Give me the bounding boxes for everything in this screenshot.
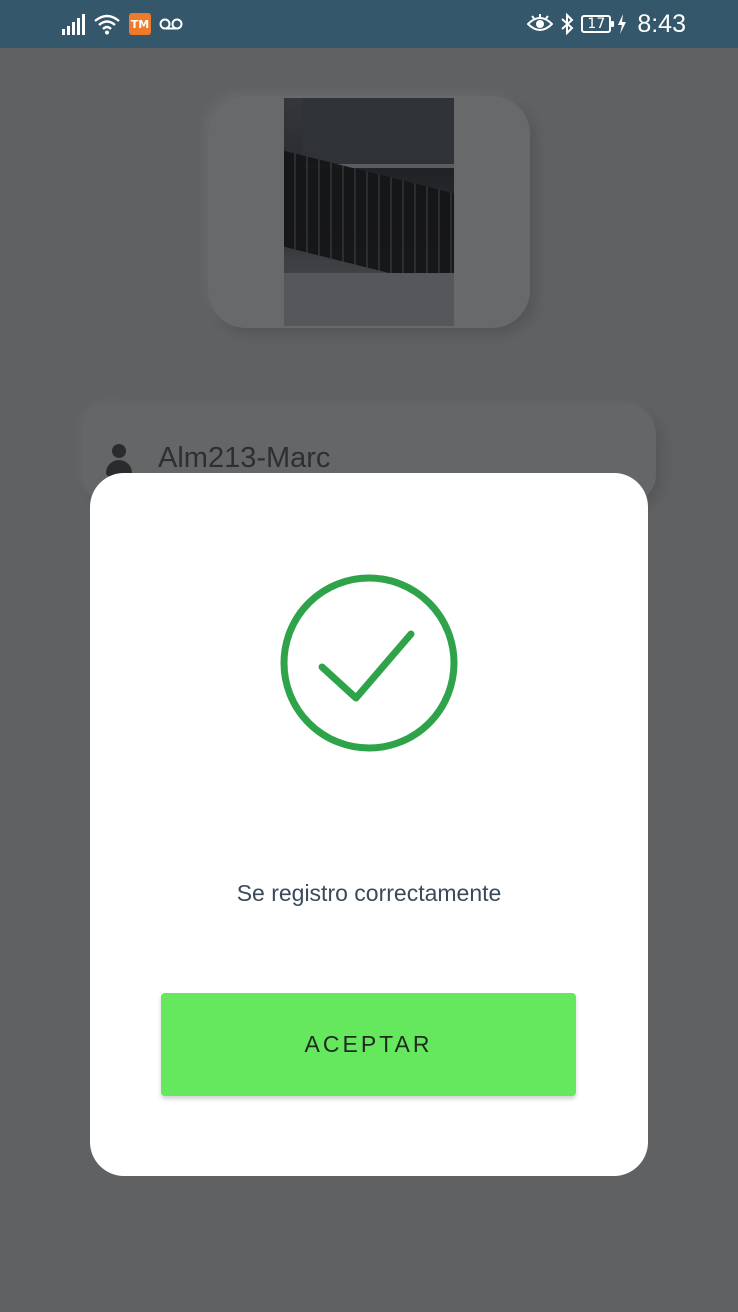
- status-right: 17 8:43: [527, 8, 686, 40]
- status-time: 8:43: [637, 9, 686, 38]
- accept-button[interactable]: ACEPTAR: [161, 993, 576, 1096]
- laptop-screen: [302, 98, 454, 168]
- status-left: TM: [62, 10, 183, 38]
- voicemail-icon: [159, 18, 183, 30]
- battery-icon: 17: [581, 15, 615, 33]
- charging-icon: [618, 14, 627, 34]
- laptop-photo: [284, 98, 454, 326]
- dialog-message: Se registro correctamente: [236, 880, 502, 906]
- laptop-base: [284, 273, 454, 326]
- battery-level: 17: [587, 16, 606, 32]
- username-value: Alm213-Marc: [158, 442, 331, 474]
- bluetooth-icon: [561, 13, 574, 35]
- app-badge-icon: TM: [129, 13, 151, 35]
- check-circle-icon: [280, 574, 458, 752]
- laptop-keyboard: [284, 150, 454, 290]
- wifi-icon: [94, 14, 120, 35]
- signal-icon: [62, 13, 85, 35]
- eye-icon: [527, 14, 554, 31]
- status-bar: TM 17 8:43: [0, 0, 738, 48]
